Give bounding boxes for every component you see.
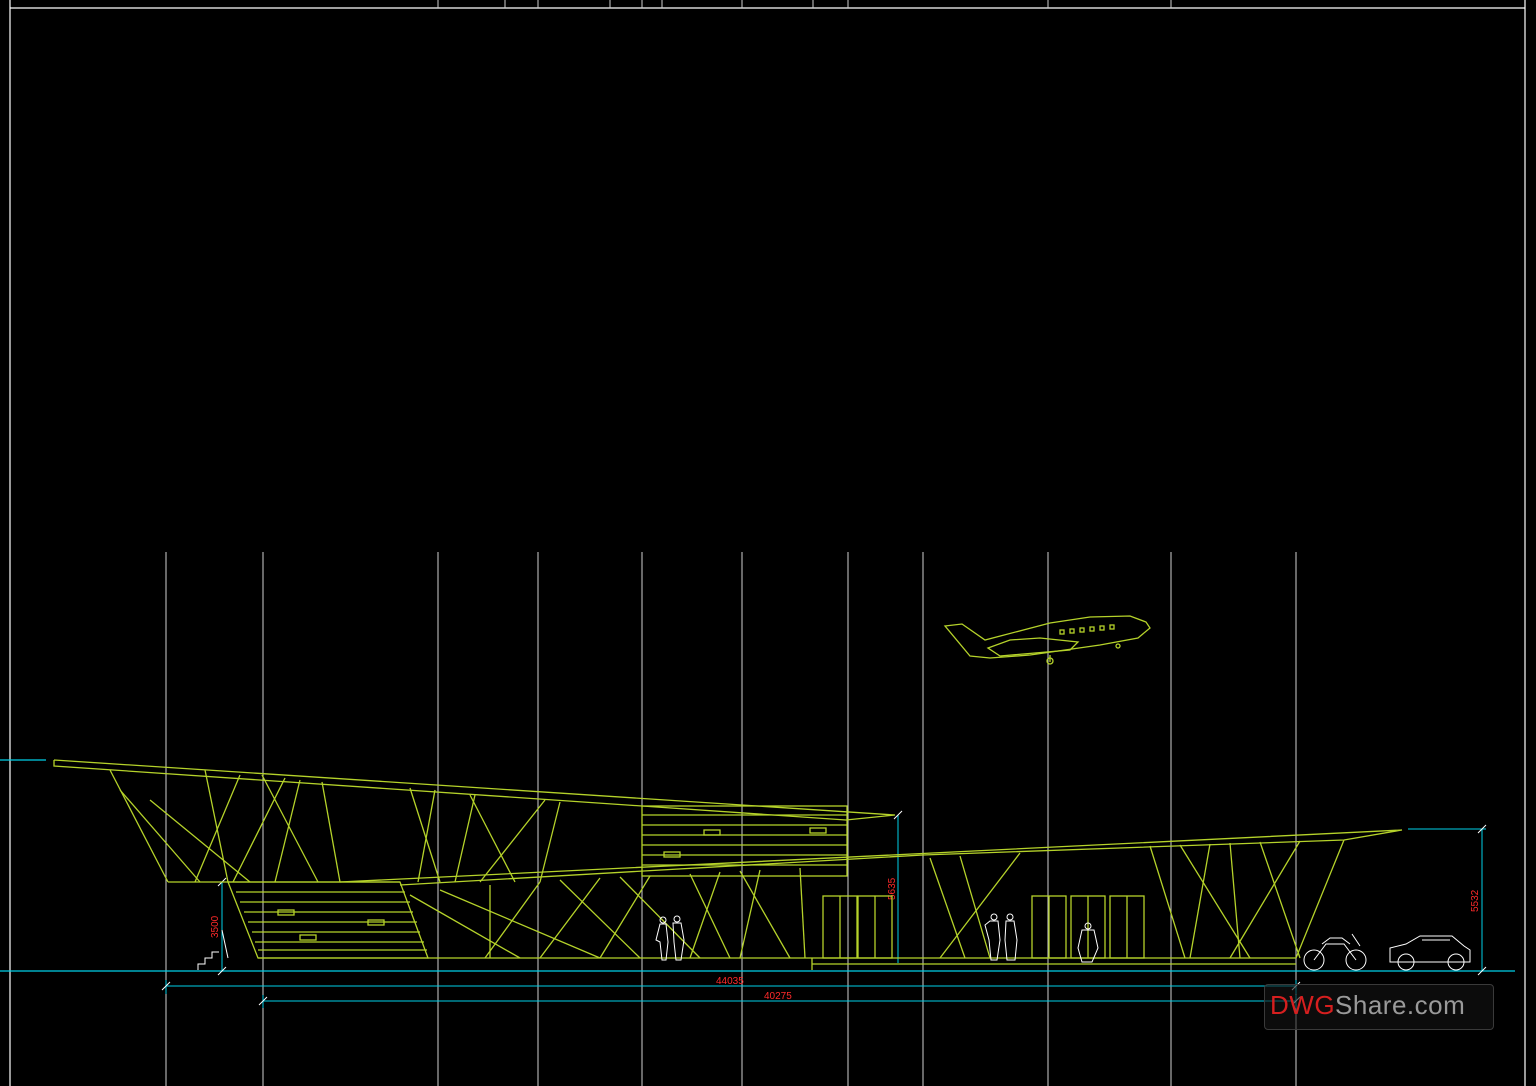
watermark-part1: DWG (1270, 990, 1336, 1020)
top-grid-ticks (437, 0, 1172, 8)
sheet-frame (9, 0, 1526, 1086)
watermark-logo: DWGShare.com (1270, 990, 1465, 1021)
watermark-part2: Share.com (1335, 990, 1466, 1020)
dim-text-left-height: 3500 (210, 915, 221, 938)
cad-drawing-canvas: 44035 40275 3500 5635 5532 (0, 0, 1526, 1086)
dimension-left-height: 3500 (210, 877, 227, 976)
dimension-inner: 40275 (258, 991, 1301, 1008)
dimension-overall: 44035 (161, 976, 1301, 994)
motorcycle-icon (1303, 933, 1367, 971)
dim-text-inner: 40275 (764, 991, 792, 1002)
dimension-right-height: 5532 (1408, 824, 1487, 976)
dim-text-right-height: 5532 (1470, 889, 1481, 912)
building-structure (53, 759, 1403, 970)
grid-lines (165, 552, 1297, 1086)
dimension-middle-height: 5635 (887, 810, 903, 963)
person-icon (984, 913, 1099, 963)
dim-text-overall: 44035 (716, 976, 744, 987)
car-icon (1389, 935, 1471, 971)
